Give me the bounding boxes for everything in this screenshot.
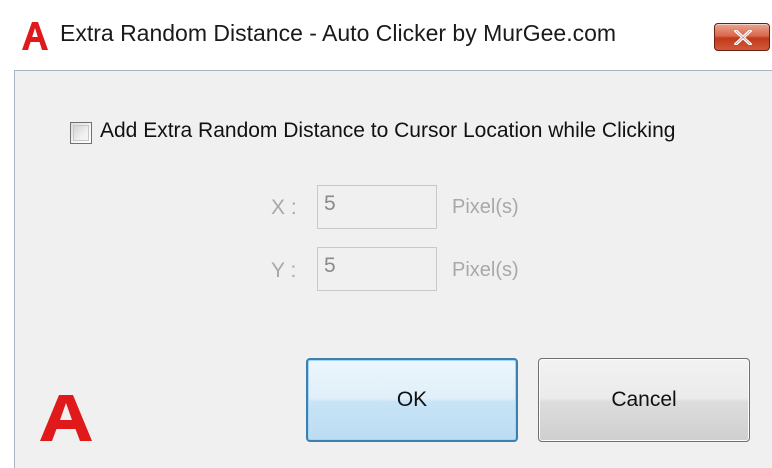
x-label: X :	[271, 196, 297, 219]
random-distance-checkbox-label[interactable]: Add Extra Random Distance to Cursor Loca…	[100, 119, 675, 143]
cancel-button[interactable]: Cancel	[538, 358, 750, 442]
murgee-logo-icon	[40, 395, 92, 441]
dialog-body: Add Extra Random Distance to Cursor Loca…	[14, 70, 772, 468]
x-offset-input[interactable]: 5	[317, 185, 437, 229]
y-label: Y :	[271, 259, 297, 282]
y-unit-label: Pixel(s)	[452, 259, 519, 281]
x-unit-label: Pixel(s)	[452, 196, 519, 218]
ok-button[interactable]: OK	[306, 358, 518, 442]
title-bar: Extra Random Distance - Auto Clicker by …	[0, 0, 772, 70]
window-title: Extra Random Distance - Auto Clicker by …	[60, 20, 617, 46]
app-logo-icon	[22, 22, 48, 50]
y-offset-input[interactable]: 5	[317, 247, 437, 291]
close-button[interactable]	[714, 23, 770, 51]
close-icon	[734, 30, 752, 45]
dialog-window: Extra Random Distance - Auto Clicker by …	[0, 0, 772, 468]
random-distance-checkbox[interactable]	[70, 122, 92, 144]
